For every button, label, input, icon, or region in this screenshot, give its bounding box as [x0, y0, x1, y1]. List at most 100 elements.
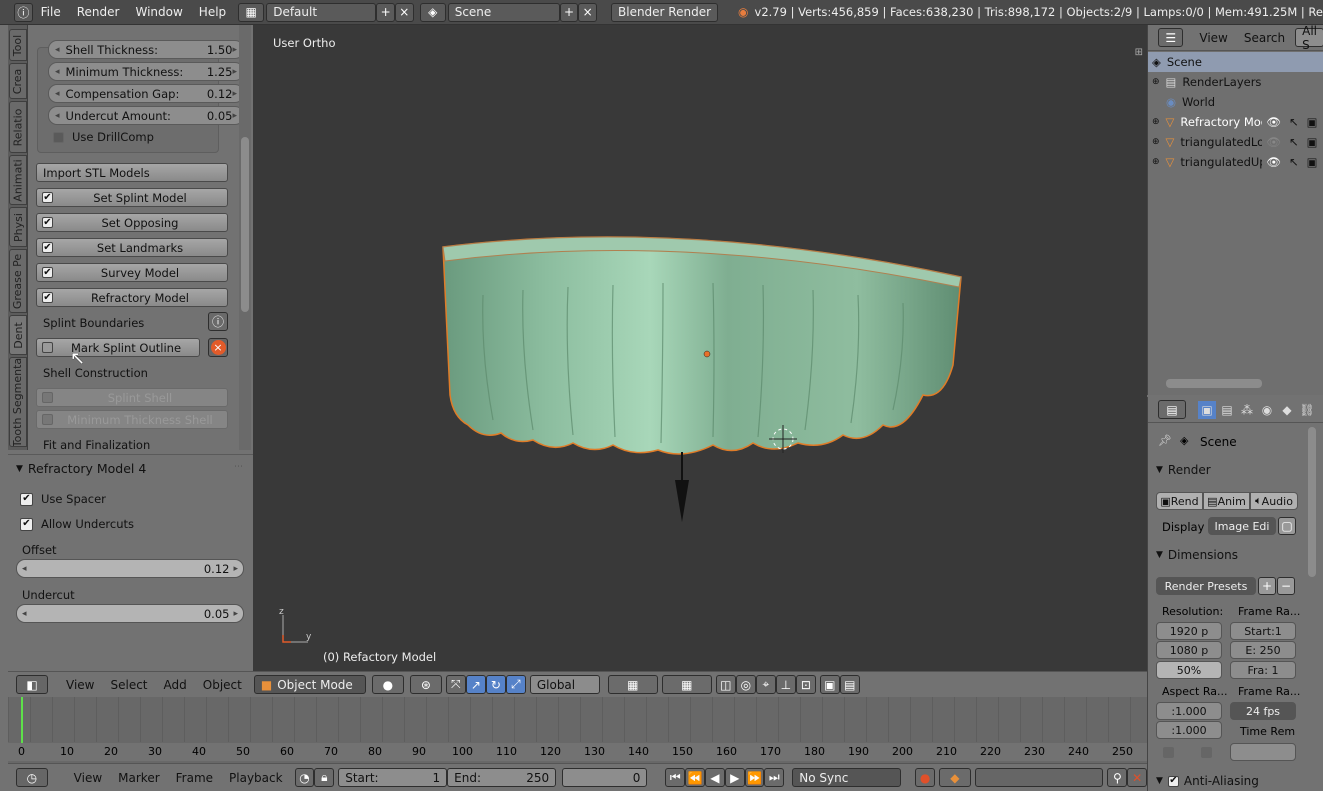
aspect-y-field[interactable]: :1.000 [1156, 721, 1222, 739]
scrollbar-thumb[interactable] [241, 137, 249, 312]
use-drillcomp-checkbox[interactable]: Use DrillComp [48, 130, 154, 144]
select-arrow-icon[interactable]: ↖ [1289, 115, 1299, 129]
object-tab-icon[interactable]: ◆ [1278, 401, 1296, 419]
frame-start-field[interactable]: Start:1 [1230, 622, 1296, 640]
jump-start-icon[interactable]: ⏮ [665, 768, 686, 787]
preview-range-icon[interactable]: ◔ [294, 768, 315, 787]
rotate-icon[interactable]: ↻ [485, 675, 506, 694]
snap-target-icon[interactable]: ⊡ [795, 675, 816, 694]
drag-handle-icon[interactable]: ⋯ [234, 462, 243, 472]
set-landmarks-button[interactable]: ✔ Set Landmarks [36, 238, 228, 257]
menu-window[interactable]: Window [127, 5, 190, 19]
time-remap-fields[interactable] [1230, 743, 1296, 761]
scene-selector[interactable]: Scene [447, 2, 560, 22]
audio-button[interactable]: 🔈︎ Audio [1250, 492, 1298, 510]
menu-search[interactable]: Search [1244, 31, 1285, 45]
resolution-y-field[interactable]: 1080 p [1156, 641, 1222, 659]
constraints-tab-icon[interactable]: ⛓ [1298, 401, 1316, 419]
display-filter-select[interactable]: All S [1295, 24, 1323, 52]
delete-key-icon[interactable]: ✕ [1127, 768, 1148, 787]
end-frame-field[interactable]: End: 250 [447, 768, 557, 787]
render-button[interactable]: ▣ Rend [1156, 492, 1203, 510]
properties-editor-icon[interactable]: ▤ [1158, 400, 1186, 419]
current-frame-field[interactable]: 0 [562, 768, 648, 787]
tab-create[interactable]: Crea [9, 63, 27, 99]
layers-tab-icon[interactable]: ▤ [1218, 401, 1236, 419]
remove-preset-icon[interactable]: − [1277, 577, 1295, 595]
editor-type-icon[interactable]: ◧ [16, 675, 48, 694]
fps-select[interactable]: 24 fps [1230, 702, 1296, 720]
animation-button[interactable]: ▤ Anim [1203, 492, 1250, 510]
snap-element-icon[interactable]: ⊥ [775, 675, 796, 694]
insert-key-icon[interactable]: ⚲ [1107, 768, 1128, 787]
outliner-scrollbar[interactable] [1166, 379, 1262, 388]
scale-icon[interactable]: ⤢ [505, 675, 526, 694]
select-arrow-icon[interactable]: ↖ [1289, 135, 1299, 149]
info-icon[interactable]: ⓘ [208, 312, 228, 331]
tab-tooth-segmentation[interactable]: Tooth Segmenta [9, 357, 27, 447]
scene-icon[interactable]: ◈ [419, 2, 446, 22]
menu-add[interactable]: Add [156, 678, 195, 692]
mark-splint-outline-button[interactable]: Mark Splint Outline [36, 338, 200, 357]
tree-item-triangulated-upper[interactable]: ⊕▽triangulatedUpp👁︎↖▣ [1148, 152, 1323, 172]
compensation-gap-field[interactable]: ◂ Compensation Gap: 0.12 ▸ [48, 84, 239, 103]
allow-undercuts-checkbox[interactable]: ✔ Allow Undercuts [20, 517, 134, 531]
tree-item-world[interactable]: ◉ World [1148, 92, 1323, 112]
layout-selector[interactable]: Default [266, 2, 377, 22]
lock-icon[interactable]: ◫ [715, 675, 736, 694]
record-icon[interactable]: ● [915, 768, 936, 787]
crop-checkbox[interactable] [1201, 747, 1212, 758]
menu-view[interactable]: View [1199, 31, 1227, 45]
render-icon[interactable]: ▣ [819, 675, 840, 694]
camera-icon[interactable]: ▣ [1307, 155, 1318, 169]
keying-set-field[interactable] [974, 768, 1104, 787]
menu-view[interactable]: View [58, 678, 102, 692]
menu-render[interactable]: Render [69, 5, 128, 19]
import-stl-button[interactable]: Import STL Models [36, 163, 228, 182]
frame-end-field[interactable]: E: 250 [1230, 641, 1296, 659]
refractory-model-button[interactable]: ✔ Refractory Model [36, 288, 228, 307]
eye-icon[interactable]: 👁︎ [1266, 135, 1281, 149]
current-frame-marker[interactable] [21, 697, 23, 743]
menu-file[interactable]: File [33, 5, 69, 19]
remove-layout-icon[interactable]: × [395, 2, 414, 22]
orientation-select[interactable]: Global [529, 675, 600, 694]
survey-model-button[interactable]: ✔ Survey Model [36, 263, 228, 282]
add-scene-icon[interactable]: + [559, 2, 579, 22]
clock-icon[interactable]: ◷ [16, 768, 48, 787]
shading-icon[interactable]: ● [371, 675, 404, 694]
manipulator-icon[interactable]: ⤧ [445, 675, 466, 694]
menu-marker[interactable]: Marker [110, 771, 167, 785]
minimum-thickness-field[interactable]: ◂ Minimum Thickness: 1.25 ▸ [48, 62, 239, 81]
shell-thickness-field[interactable]: ◂ Shell Thickness: 1.50 ▸ [48, 40, 239, 59]
start-frame-field[interactable]: Start: 1 [338, 768, 448, 787]
layers2-icon[interactable]: ▦ [661, 675, 712, 694]
tab-grease-pencil[interactable]: Grease Pe [9, 249, 27, 313]
3d-viewport[interactable]: User Ortho ⊞ z y (0) Refactory Model [253, 25, 1147, 671]
tab-tool[interactable]: Tool [9, 29, 27, 61]
panel-header[interactable]: ▼ Refractory Model 4 [16, 461, 146, 476]
add-preset-icon[interactable]: + [1258, 577, 1276, 595]
menu-playback[interactable]: Playback [221, 771, 291, 785]
remove-scene-icon[interactable]: × [578, 2, 597, 22]
tree-item-refractory-model[interactable]: ⊕ ▽ Refractory Mod 👁︎ ↖ ▣ [1148, 112, 1323, 132]
play-reverse-icon[interactable]: ◀ [704, 768, 725, 787]
tab-animation[interactable]: Animati [9, 155, 27, 205]
render-engine-select[interactable]: Blender Render [611, 2, 719, 22]
info-editor-icon[interactable]: ⓘ [14, 2, 33, 22]
pivot-icon[interactable]: ⊛ [409, 675, 442, 694]
tab-dent[interactable]: Dent [9, 315, 27, 355]
menu-help[interactable]: Help [191, 5, 234, 19]
tree-item-triangulated-lower[interactable]: ⊕ ▽ triangulatedLov 👁︎ ↖ ▣ [1148, 132, 1323, 152]
border-checkbox[interactable] [1163, 747, 1174, 758]
proportional-icon[interactable]: ◎ [735, 675, 756, 694]
snap-icon[interactable]: ⌖ [755, 675, 776, 694]
pin-icon[interactable]: 📌︎ [1158, 434, 1172, 447]
display-select[interactable]: Image Edi [1208, 517, 1276, 535]
layout-icon[interactable]: ▦ [238, 2, 265, 22]
prev-keyframe-icon[interactable]: ⏪ [685, 768, 705, 787]
aspect-x-field[interactable]: :1.000 [1156, 702, 1222, 720]
eye-icon[interactable]: 👁︎ [1266, 155, 1281, 169]
properties-scrollbar[interactable] [1308, 427, 1316, 577]
add-layout-icon[interactable]: + [376, 2, 396, 22]
